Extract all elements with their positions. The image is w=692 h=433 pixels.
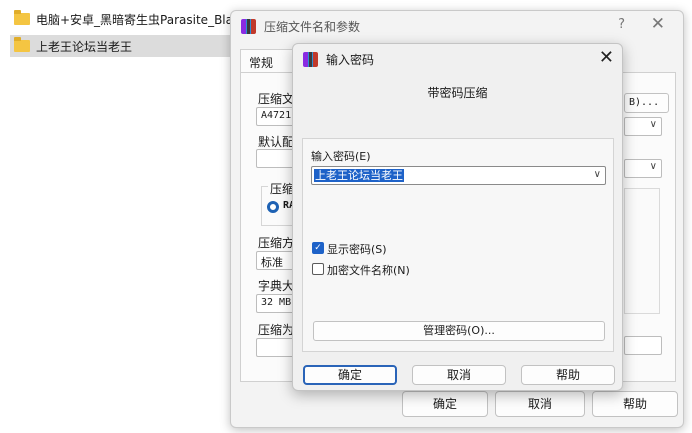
method-select[interactable]: 标准 [256, 251, 296, 270]
help-icon[interactable]: ? [618, 17, 625, 32]
archiving-options-group [624, 188, 660, 314]
dialog-titlebar: 压缩文件名和参数 [231, 11, 683, 41]
ok-button[interactable]: 确定 [303, 365, 397, 385]
close-icon[interactable]: ✕ [651, 14, 665, 34]
archive-name-input[interactable]: A4721. [256, 107, 296, 126]
ok-button[interactable]: 确定 [402, 391, 488, 417]
password-input-text[interactable]: 上老王论坛当老王 [314, 169, 404, 182]
folder-icon [14, 10, 30, 25]
winrar-icon [241, 18, 256, 34]
password-combobox[interactable]: 上老王论坛当老王 ∨ [311, 166, 606, 185]
password-label: 输入密码(E) [311, 150, 371, 163]
encrypt-filenames-label[interactable]: 加密文件名称(N) [327, 262, 410, 278]
default-profile-label: 默认配 [258, 135, 295, 149]
chevron-down-icon[interactable]: ∨ [594, 169, 601, 180]
help-button[interactable]: 帮助 [521, 365, 615, 385]
dictionary-select[interactable]: 32 MB [256, 294, 296, 313]
split-volumes-label: 压缩为 [258, 323, 295, 337]
options-field[interactable] [624, 336, 662, 355]
split-volumes-input[interactable] [256, 338, 296, 357]
profile-select[interactable]: ∨ [624, 159, 662, 178]
chevron-down-icon: ∨ [649, 119, 657, 130]
enter-password-dialog: 输入密码 ✕ 带密码压缩 输入密码(E) 上老王论坛当老王 ∨ ✓ 显示密码(S… [292, 43, 623, 391]
chevron-down-icon: ∨ [649, 161, 657, 172]
cancel-button[interactable]: 取消 [412, 365, 506, 385]
dialog-titlebar: 输入密码 [293, 44, 622, 74]
format-rar-radio[interactable] [267, 201, 279, 213]
file-name: 上老王论坛当老王 [36, 39, 133, 54]
archive-name-label: 压缩文 [258, 92, 295, 106]
dictionary-label: 字典大 [258, 279, 295, 293]
encrypt-filenames-checkbox[interactable] [312, 263, 324, 275]
dialog-title: 压缩文件名和参数 [264, 19, 361, 34]
help-button[interactable]: 帮助 [592, 391, 678, 417]
file-name: 电脑+安卓_黑暗寄生虫Parasite_Blac [36, 12, 240, 27]
dialog-title: 输入密码 [326, 52, 375, 67]
folder-icon [14, 37, 30, 52]
profiles-button[interactable] [256, 149, 296, 168]
winrar-icon [303, 51, 318, 67]
browse-button[interactable]: B)... [624, 93, 669, 113]
show-password-checkbox[interactable]: ✓ [312, 242, 324, 254]
show-password-label[interactable]: 显示密码(S) [327, 241, 387, 257]
manage-passwords-button[interactable]: 管理密码(O)... [313, 321, 605, 341]
dialog-header: 带密码压缩 [427, 86, 488, 100]
close-icon[interactable]: ✕ [599, 47, 614, 68]
cancel-button[interactable]: 取消 [495, 391, 585, 417]
password-panel: 输入密码(E) 上老王论坛当老王 ∨ ✓ 显示密码(S) 加密文件名称(N) 管… [302, 138, 614, 352]
method-label: 压缩方 [258, 236, 295, 250]
update-mode-select[interactable]: ∨ [624, 117, 662, 136]
tab-general[interactable]: 常规 [240, 49, 298, 73]
